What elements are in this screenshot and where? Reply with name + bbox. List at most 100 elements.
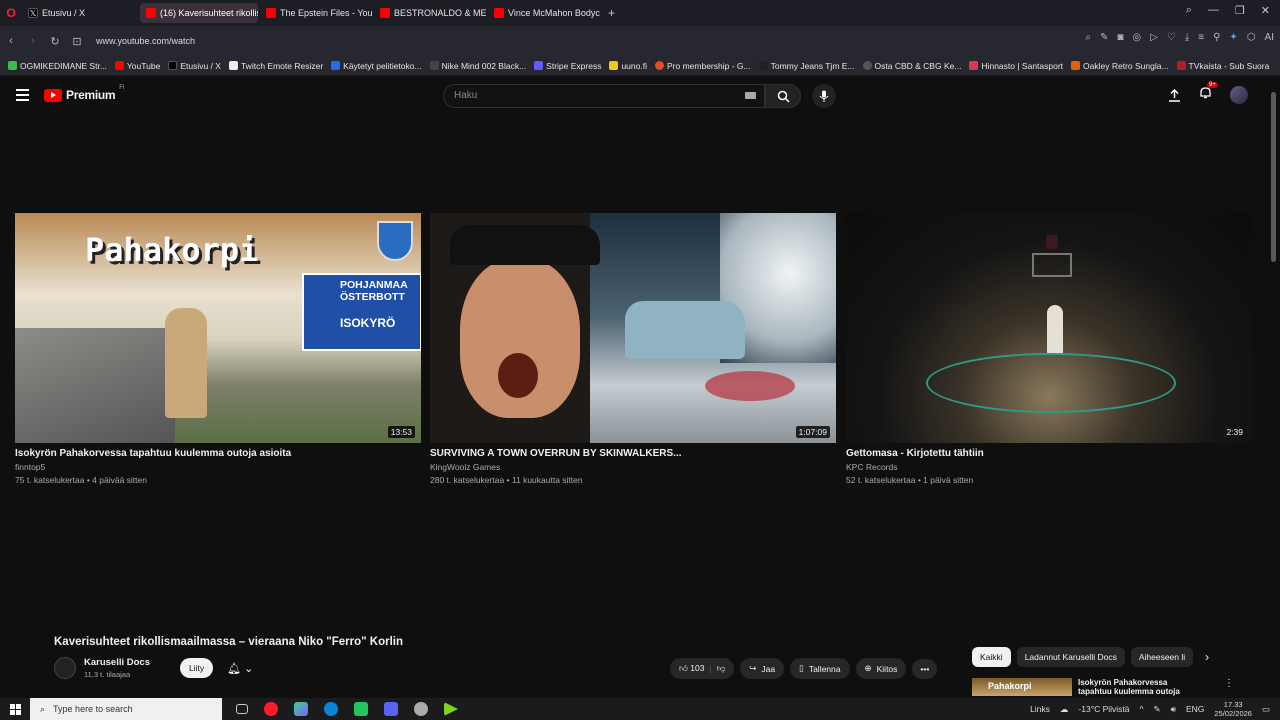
edge-icon[interactable] [324, 702, 338, 716]
bookmark-item[interactable]: Tommy Jeans Tjm E... [758, 61, 855, 71]
speaker-icon[interactable]: 🔊︎ [1171, 704, 1176, 715]
copilot-icon[interactable] [294, 702, 308, 716]
hamburger-menu-icon[interactable] [16, 89, 29, 104]
download-icon[interactable]: ⤓ [1185, 32, 1189, 43]
edit-icon[interactable]: ✎ [1100, 32, 1108, 43]
weather-text[interactable]: -13°C Pilvistä [1078, 704, 1129, 714]
avatar[interactable] [1230, 86, 1248, 104]
cube-icon[interactable]: ⬡ [1247, 32, 1256, 43]
chip-related[interactable]: Aiheeseen li [1130, 647, 1194, 667]
play-icon[interactable]: ▷ [1150, 32, 1158, 43]
search-button[interactable] [765, 84, 801, 108]
ai-button[interactable]: AI [1265, 32, 1274, 43]
bookmark-item[interactable]: Etusivu / X [168, 61, 221, 71]
menu-icon[interactable]: ≡ [1198, 32, 1204, 43]
taskbar-search[interactable]: ⌕ Type here to search [30, 698, 222, 720]
restore-icon[interactable]: ❐ [1235, 4, 1245, 17]
bookmark-item[interactable]: TVkaista - Sub Suora [1176, 61, 1269, 71]
browser-tab[interactable]: 𝕏 Etusivu / X [22, 3, 132, 23]
bookmark-item[interactable]: Twitch Emote Resizer [228, 61, 323, 71]
close-icon[interactable]: ✕ [1261, 4, 1270, 17]
notification-center-icon[interactable]: ▭ [1262, 704, 1270, 715]
bookmark-item[interactable]: Osta CBD & CBG Ke... [862, 61, 961, 71]
thanks-button[interactable]: ⊕ Kiitos [855, 658, 907, 679]
share-label: Jaa [761, 663, 776, 674]
youtube-logo[interactable]: Premium FI [44, 85, 125, 102]
channel-avatar[interactable] [54, 657, 76, 679]
reload-icon[interactable]: ↻ [44, 35, 66, 48]
scrollbar[interactable] [1271, 92, 1276, 262]
search-input[interactable]: Haku [443, 84, 765, 108]
upload-icon[interactable] [1168, 88, 1181, 102]
bookmark-item[interactable]: Pro membership - G... [654, 61, 751, 71]
browser-tab[interactable]: BESTRONALDO & MESSI [374, 3, 486, 23]
bookmark-item[interactable]: Oakley Retro Sungla... [1071, 61, 1169, 71]
more-actions-icon[interactable]: ••• [912, 658, 938, 679]
save-button[interactable]: ▯ Tallenna [790, 658, 850, 679]
app-icon[interactable] [444, 702, 458, 716]
discord-icon[interactable] [384, 702, 398, 716]
bookmark-item[interactable]: Stripe Express [534, 61, 601, 71]
language-indicator[interactable]: ENG [1186, 704, 1204, 714]
video-title[interactable]: Isokyrön Pahakorvessa tapahtuu kuulemma … [15, 448, 421, 459]
recommended-thumbnail[interactable]: Pahakorpi [972, 678, 1072, 696]
channel-name[interactable]: Karuselli Docs [84, 657, 150, 668]
back-icon[interactable]: ‹ [0, 35, 22, 47]
share-button[interactable]: ↪ Jaa [740, 658, 785, 679]
search-icon[interactable]: ⌕ [1186, 4, 1192, 17]
notifications-button[interactable]: 9+ [1199, 82, 1218, 104]
channel-name[interactable]: KingWoolz Games [430, 462, 836, 472]
browser-tab[interactable]: Vince McMahon Bodycam [488, 3, 600, 23]
subscription-bell-icon[interactable]: 🔔︎ ⌄ [227, 662, 253, 675]
app-icon[interactable] [354, 702, 368, 716]
browser-tab[interactable]: The Epstein Files - YouTu [260, 3, 372, 23]
chip-all[interactable]: Kaikki [972, 647, 1011, 667]
bookmark-item[interactable]: OGMIKEDIMANE Str... [8, 61, 107, 71]
recommended-title[interactable]: Isokyrön Pahakorvessa tapahtuu kuulemma … [1078, 678, 1198, 696]
chevron-right-icon[interactable]: › [1205, 650, 1209, 664]
bookmark-item[interactable]: YouTube [114, 61, 160, 71]
more-vert-icon[interactable]: ⋮ [1224, 678, 1234, 696]
zoom-icon[interactable]: ⌕ [1085, 32, 1091, 43]
like-button[interactable]: 👍︎ 103 [679, 663, 704, 674]
new-tab-button[interactable]: + [602, 3, 621, 23]
vpn-icon[interactable]: ◎ [1132, 32, 1141, 43]
heart-icon[interactable]: ♡ [1167, 32, 1176, 43]
camera-icon[interactable]: ◙ [1117, 32, 1123, 43]
bookmark-item[interactable]: Hinnasto | Santasport [969, 61, 1063, 71]
channel-name[interactable]: finntop5 [15, 462, 421, 472]
browser-tab-active[interactable]: (16) Kaverisuhteet rikollis [140, 3, 258, 23]
task-view-icon[interactable] [236, 704, 248, 714]
join-button[interactable]: Liity [180, 658, 214, 678]
opera-icon[interactable] [264, 702, 278, 716]
minimize-icon[interactable]: — [1208, 4, 1219, 17]
opera-logo-icon[interactable]: O [0, 6, 22, 20]
clock[interactable]: 17.33 25/02/2026 [1214, 700, 1252, 718]
pen-icon[interactable]: ✎ [1154, 704, 1161, 715]
forward-icon[interactable]: › [22, 35, 44, 47]
profile-icon[interactable]: ⚲ [1213, 32, 1220, 43]
app-icon[interactable] [414, 702, 428, 716]
video-thumbnail[interactable]: 1:07:09 [430, 213, 836, 443]
bookmark-item[interactable]: Nike Mind 002 Black... [429, 61, 526, 71]
endscreen-video-card[interactable]: 2:39 Gettomasa - Kirjotettu tähtiin KPC … [846, 213, 1252, 485]
video-title[interactable]: Gettomasa - Kirjotettu tähtiin [846, 448, 1252, 459]
bookmark-item[interactable]: uuno.fi [609, 61, 647, 71]
chip-channel[interactable]: Ladannut Karuselli Docs [1016, 647, 1125, 667]
voice-search-button[interactable] [812, 84, 836, 108]
video-thumbnail[interactable]: Pahakorpi POHJANMAA ÖSTERBOTT ISOKYRÖ 13… [15, 213, 421, 443]
channel-name[interactable]: KPC Records [846, 462, 1252, 472]
endscreen-video-card[interactable]: Pahakorpi POHJANMAA ÖSTERBOTT ISOKYRÖ 13… [15, 213, 421, 485]
start-button[interactable] [0, 703, 30, 715]
dislike-icon[interactable]: 👎︎ [717, 663, 726, 674]
chevron-up-icon[interactable]: ^ [1140, 704, 1144, 714]
endscreen-video-card[interactable]: 1:07:09 SURVIVING A TOWN OVERRUN BY SKIN… [430, 213, 836, 485]
links-toolbar[interactable]: Links [1030, 704, 1050, 714]
bookmark-item[interactable]: Käytetyt pelitietoko... [331, 61, 422, 71]
video-title[interactable]: SURVIVING A TOWN OVERRUN BY SKINWALKERS.… [430, 448, 836, 459]
url-field[interactable]: www.youtube.com/watch [96, 36, 195, 46]
extension-icon[interactable]: ✦ [1229, 32, 1237, 43]
video-thumbnail[interactable]: 2:39 [846, 213, 1252, 443]
recommended-video[interactable]: Pahakorpi Isokyrön Pahakorvessa tapahtuu… [972, 678, 1272, 696]
keyboard-icon[interactable] [745, 92, 756, 99]
